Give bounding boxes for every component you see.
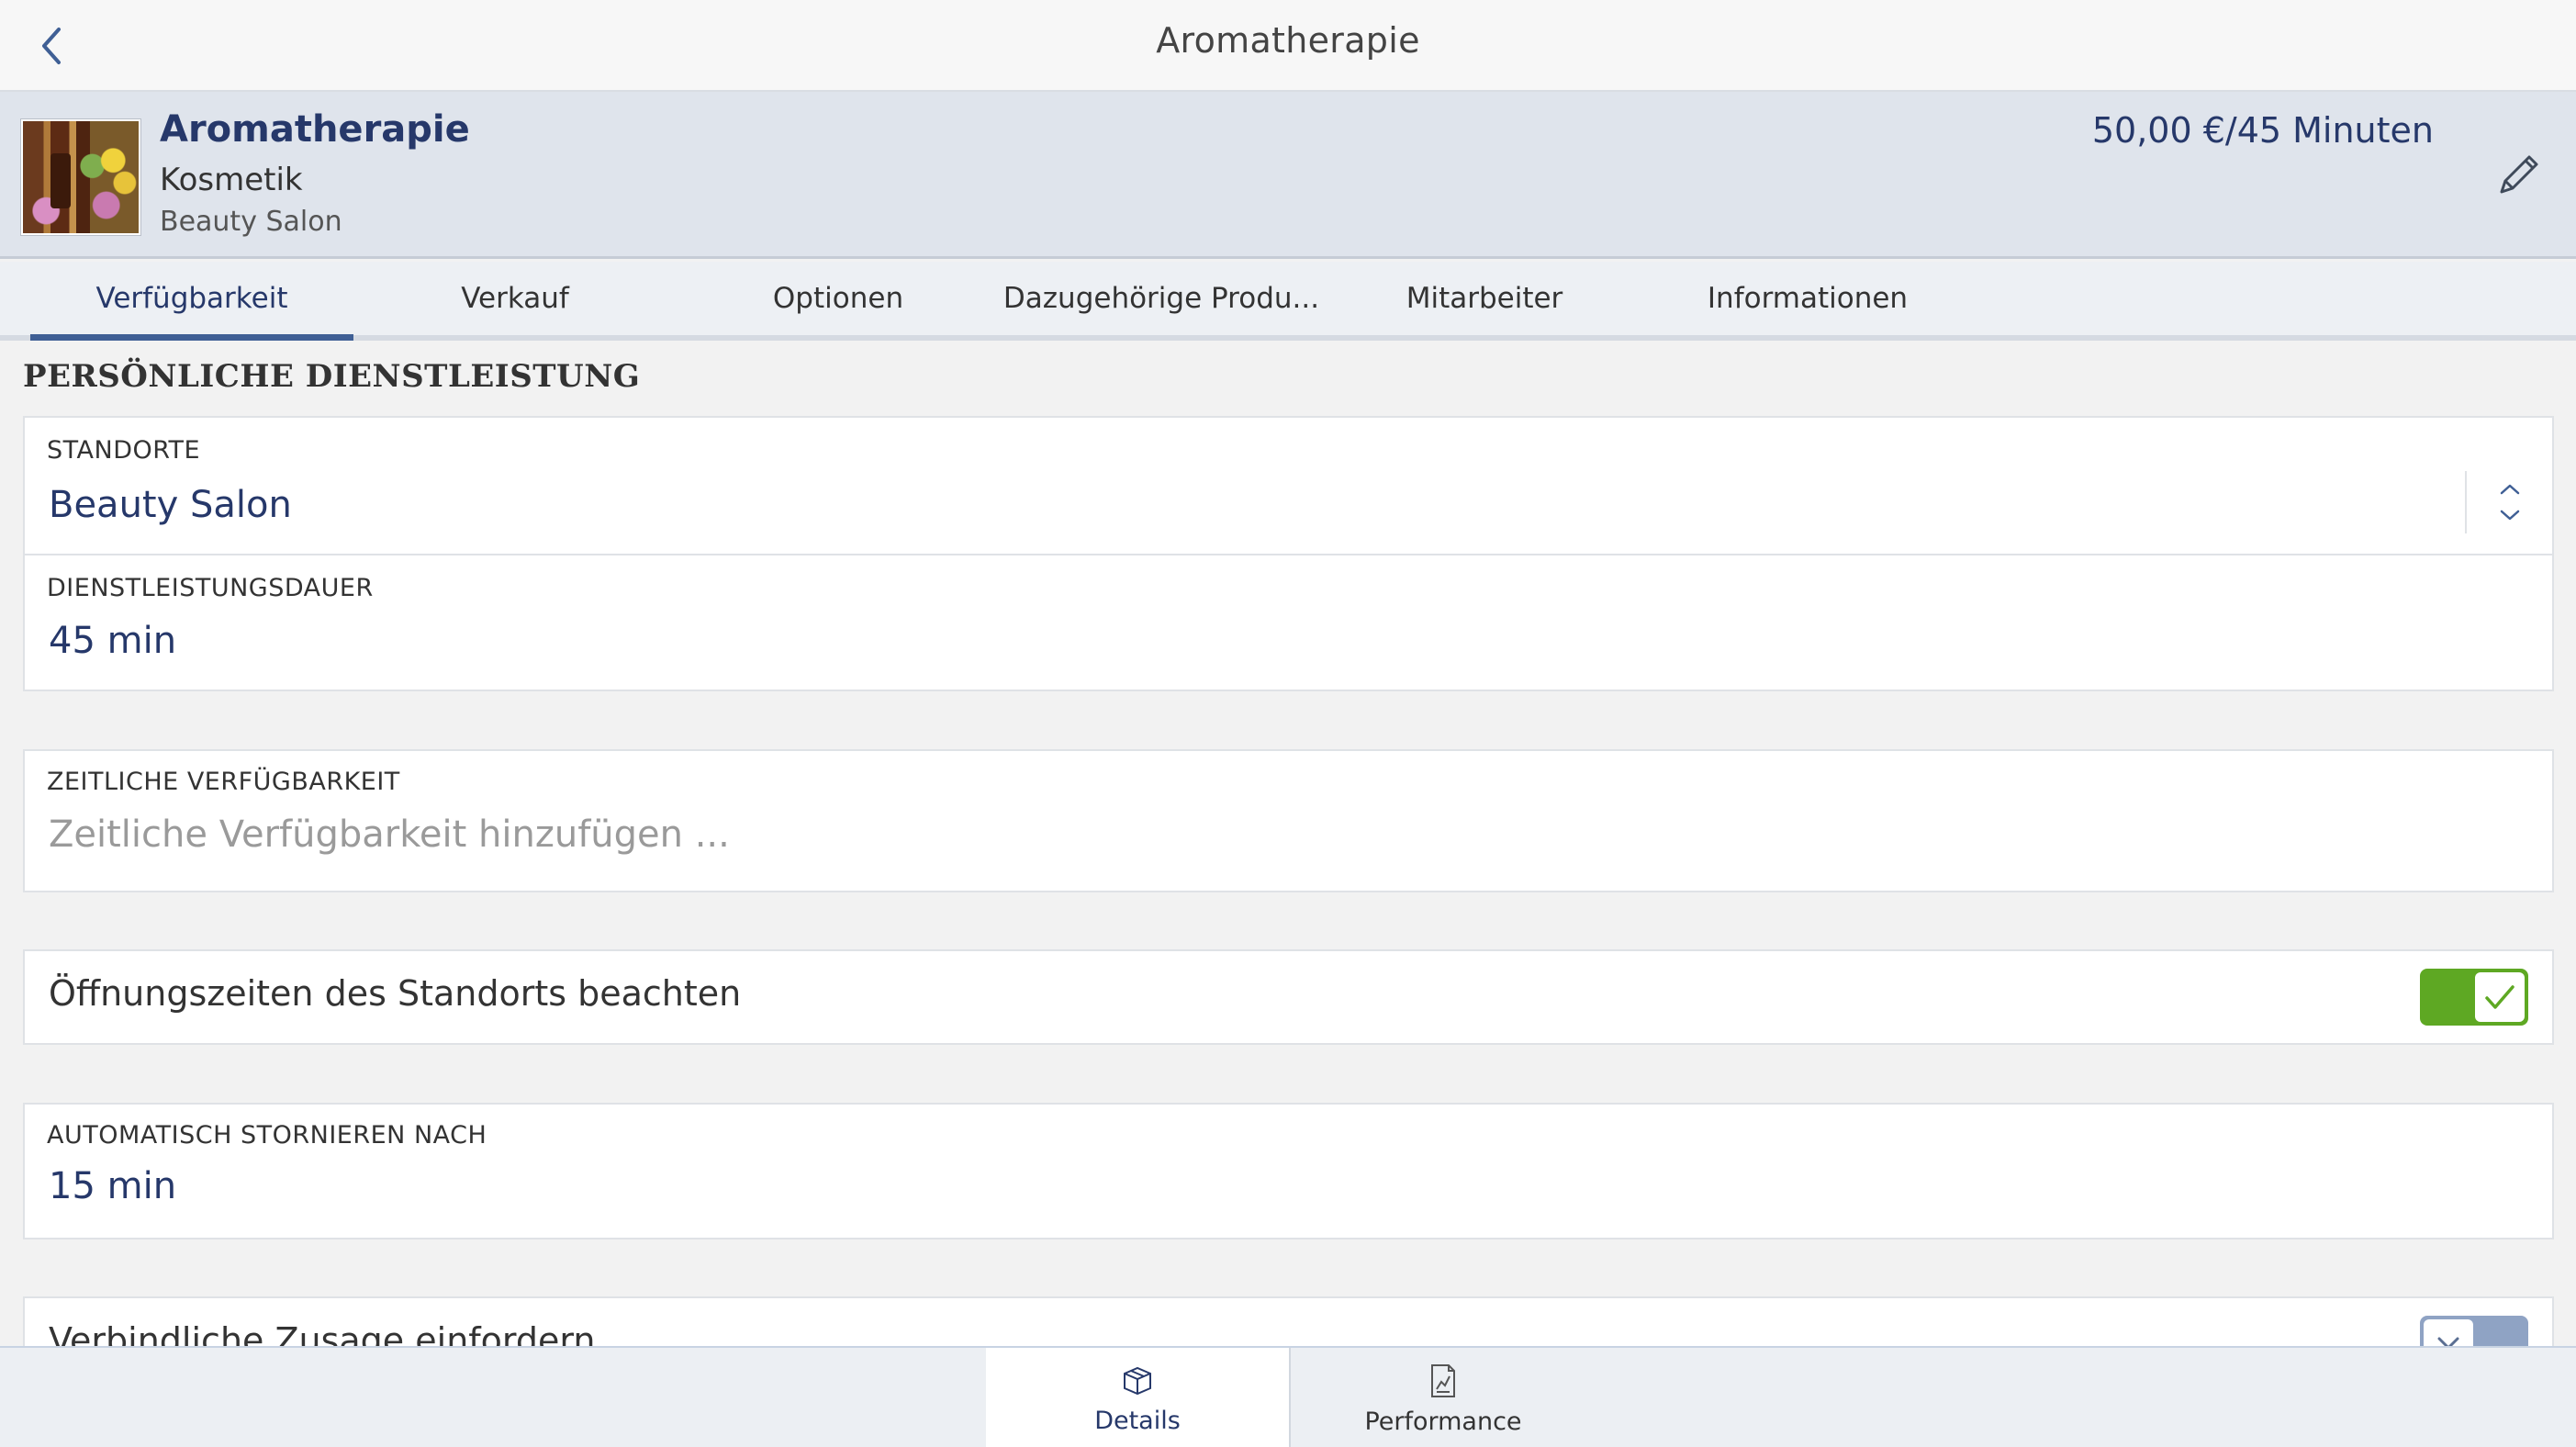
bottle-shape: [50, 153, 71, 208]
edit-button[interactable]: [2490, 147, 2547, 204]
tab-mitarbeiter[interactable]: Mitarbeiter: [1323, 262, 1646, 335]
tab-divider: [1289, 1348, 1291, 1447]
opening-hours-toggle[interactable]: [2420, 969, 2528, 1026]
service-location: Beauty Salon: [160, 206, 342, 238]
auto-cancel-card[interactable]: AUTOMATISCH STORNIEREN NACH 15 min: [23, 1103, 2554, 1239]
tab-dazugehoerige-produkte[interactable]: Dazugehörige Produ...: [1000, 262, 1323, 335]
opening-hours-row: Öffnungszeiten des Standorts beachten: [23, 949, 2554, 1045]
bottom-tab-bar: Details Performance: [0, 1346, 2576, 1447]
time-availability-card[interactable]: ZEITLICHE VERFÜGBARKEIT Zeitliche Verfüg…: [23, 749, 2554, 892]
bottom-tab-performance[interactable]: Performance: [1292, 1348, 1595, 1447]
box-icon: [1124, 1366, 1151, 1395]
bottom-tab-details[interactable]: Details: [986, 1348, 1289, 1447]
chevron-up-down-icon: [2500, 484, 2519, 521]
tab-optionen[interactable]: Optionen: [677, 262, 1000, 335]
service-category: Kosmetik: [160, 162, 303, 198]
service-title: Aromatherapie: [160, 108, 470, 151]
pencil-icon: [2500, 155, 2538, 194]
bottom-tab-label: Details: [1094, 1406, 1181, 1435]
location-duration-card: STANDORTE Beauty Salon DIENSTLEISTUNGSDA…: [23, 416, 2554, 691]
time-availability-label: ZEITLICHE VERFÜGBARKEIT: [47, 768, 400, 796]
location-value: Beauty Salon: [49, 484, 292, 526]
navigation-bar: Aromatherapie: [0, 0, 2576, 92]
location-label: STANDORTE: [47, 436, 201, 465]
location-stepper[interactable]: [2465, 471, 2552, 533]
duration-field[interactable]: DIENSTLEISTUNGSDAUER 45 min: [25, 555, 2552, 693]
checkmark-icon: [2485, 985, 2514, 1009]
duration-value: 45 min: [49, 620, 177, 662]
page-title: Aromatherapie: [1156, 20, 1420, 61]
tab-informationen[interactable]: Informationen: [1646, 262, 1969, 335]
toggle-knob: [2475, 972, 2525, 1022]
tab-verfuegbarkeit[interactable]: Verfügbarkeit: [30, 262, 353, 341]
location-picker[interactable]: STANDORTE Beauty Salon: [25, 418, 2552, 554]
section-title: PERSÖNLICHE DIENSTLEISTUNG: [23, 358, 641, 395]
time-availability-placeholder: Zeitliche Verfügbarkeit hinzufügen ...: [49, 813, 730, 856]
tab-bar: Verfügbarkeit Verkauf Optionen Dazugehör…: [0, 262, 2576, 341]
bottom-tab-label: Performance: [1364, 1407, 1522, 1436]
auto-cancel-value: 15 min: [49, 1165, 177, 1207]
duration-label: DIENSTLEISTUNGSDAUER: [47, 574, 374, 602]
service-price: 50,00 €/45 Minuten: [2091, 110, 2434, 151]
auto-cancel-label: AUTOMATISCH STORNIEREN NACH: [47, 1121, 487, 1150]
opening-hours-label: Öffnungszeiten des Standorts beachten: [49, 973, 742, 1014]
tab-verkauf[interactable]: Verkauf: [353, 262, 677, 335]
chart-document-icon: [1431, 1363, 1455, 1397]
service-thumbnail: [21, 119, 140, 235]
